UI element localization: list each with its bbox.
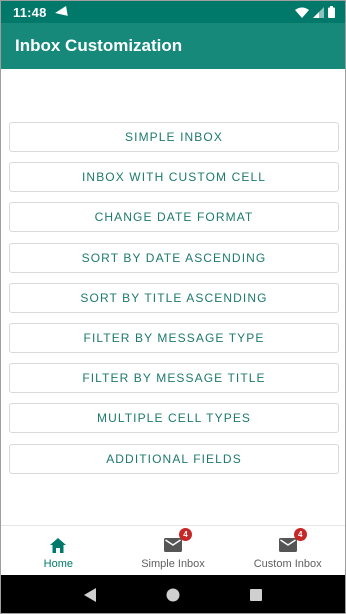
- battery-icon: [328, 6, 335, 18]
- nav-item-simple-inbox[interactable]: 4 Simple Inbox: [116, 526, 231, 575]
- nav-label-simple-inbox: Simple Inbox: [141, 558, 205, 570]
- filter-by-message-title-button[interactable]: FILTER BY MESSAGE TITLE: [9, 363, 339, 394]
- system-navigation-bar: [1, 575, 345, 613]
- filter-by-message-type-button[interactable]: FILTER BY MESSAGE TYPE: [9, 322, 339, 353]
- signal-icon: [313, 6, 324, 18]
- recents-icon[interactable]: [250, 589, 262, 601]
- back-icon[interactable]: [84, 588, 96, 602]
- simple-inbox-button[interactable]: SIMPLE INBOX: [9, 122, 339, 152]
- nav-item-custom-inbox[interactable]: 4 Custom Inbox: [230, 526, 345, 575]
- page-title: Inbox Customization: [15, 36, 183, 55]
- multiple-cell-types-button[interactable]: MULTIPLE CELL TYPES: [9, 403, 339, 434]
- navigation-icon: [53, 6, 68, 18]
- menu-button-list: SIMPLE INBOX INBOX WITH CUSTOM CELL CHAN…: [9, 122, 339, 484]
- nav-item-home[interactable]: Home: [1, 526, 116, 575]
- additional-fields-button[interactable]: ADDITIONAL FIELDS: [9, 443, 339, 474]
- status-bar: 11:48: [1, 1, 345, 23]
- nav-label-home: Home: [43, 558, 73, 570]
- home-circle-icon[interactable]: [166, 588, 180, 602]
- notification-badge: 4: [293, 528, 307, 541]
- mail-icon: 4: [278, 528, 307, 554]
- mail-icon: 4: [163, 528, 192, 554]
- sort-by-title-ascending-button[interactable]: SORT BY TITLE ASCENDING: [9, 282, 339, 313]
- status-time: 11:48: [13, 4, 47, 20]
- inbox-with-custom-cell-button[interactable]: INBOX WITH CUSTOM CELL: [9, 162, 339, 193]
- change-date-format-button[interactable]: CHANGE DATE FORMAT: [9, 202, 339, 233]
- bottom-navigation: Home 4 Simple Inbox 4 Custom Inbox: [1, 525, 345, 575]
- nav-label-custom-inbox: Custom Inbox: [253, 558, 322, 570]
- notification-badge: 4: [179, 528, 192, 541]
- app-bar: Inbox Customization: [1, 23, 345, 69]
- screen: 11:48 Inbox Customization SIMPLE INBOX I…: [0, 0, 346, 614]
- sort-by-date-ascending-button[interactable]: SORT BY DATE ASCENDING: [9, 242, 339, 273]
- home-icon: [48, 536, 68, 554]
- status-icons: [295, 6, 335, 18]
- wifi-icon: [295, 7, 309, 18]
